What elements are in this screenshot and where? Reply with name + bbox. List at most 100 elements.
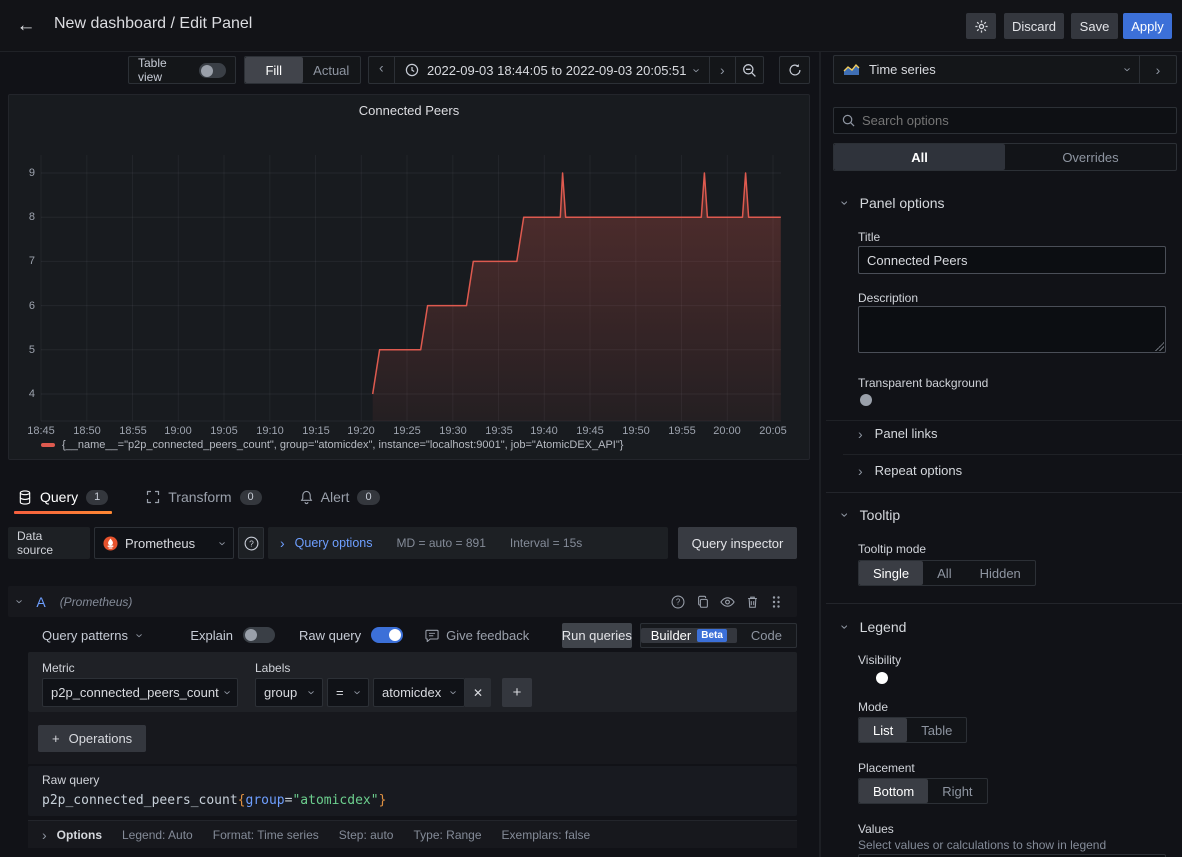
copy-icon <box>696 595 710 609</box>
raw-query-code: p2p_connected_peers_count{group="atomicd… <box>42 793 386 808</box>
builder-label: Builder <box>651 628 691 643</box>
collapse-chevron-icon: › <box>14 599 27 603</box>
tab-alert-label: Alert <box>321 489 350 505</box>
actual-option[interactable]: Actual <box>303 57 361 83</box>
chevron-down-icon: › <box>447 690 460 694</box>
query-row-header[interactable]: › A (Prometheus) ? <box>8 586 797 617</box>
y-tick-label: 9 <box>17 167 35 179</box>
raw-query-box: Raw query p2p_connected_peers_count{grou… <box>28 766 797 816</box>
query-help-button[interactable]: ? <box>665 595 690 609</box>
give-feedback-link[interactable]: Give feedback <box>425 628 529 643</box>
query-options-toggle[interactable]: › Query options <box>280 536 373 550</box>
divider <box>826 603 1182 604</box>
options-search[interactable] <box>833 107 1177 134</box>
viz-picker-select[interactable]: Time series › <box>833 55 1139 84</box>
run-queries-button[interactable]: Run queries <box>562 623 632 648</box>
search-input[interactable] <box>862 113 1168 128</box>
datasource-name: Prometheus <box>125 536 195 551</box>
table-view-label: Table view <box>138 56 191 84</box>
legend-visibility-label: Visibility <box>858 653 901 667</box>
chevron-down-icon: › <box>216 541 229 545</box>
chevron-down-icon: › <box>351 690 364 694</box>
query-ref-id: A <box>36 594 45 610</box>
legend-placement-group: Bottom Right <box>858 778 988 804</box>
resize-grip-icon[interactable] <box>1155 342 1164 351</box>
zoom-out-button[interactable] <box>735 57 763 83</box>
x-tick-label: 19:10 <box>250 425 290 437</box>
tab-transform[interactable]: Transform 0 <box>142 480 265 514</box>
repeat-options-title: Repeat options <box>875 463 962 478</box>
tooltip-mode-single[interactable]: Single <box>859 561 923 585</box>
metric-label: Metric <box>42 661 75 675</box>
duplicate-query-button[interactable] <box>690 595 715 609</box>
save-button[interactable]: Save <box>1071 13 1118 39</box>
x-tick-label: 18:50 <box>67 425 107 437</box>
legend-header[interactable]: › Legend <box>843 619 906 635</box>
viz-suggestions-button[interactable]: › <box>1139 55 1177 84</box>
remove-label-filter-button[interactable]: ✕ <box>465 678 491 707</box>
panel-title-input[interactable] <box>858 246 1166 274</box>
label-operator-select[interactable]: = › <box>327 678 369 707</box>
legend-placement-label: Placement <box>858 761 915 775</box>
add-label-filter-button[interactable]: + <box>502 678 532 707</box>
tab-alert[interactable]: Alert 0 <box>296 480 384 514</box>
panel-options-header[interactable]: › Panel options <box>843 195 945 211</box>
chevron-down-icon: › <box>690 68 703 72</box>
query-inspector-button[interactable]: Query inspector <box>678 527 797 559</box>
refresh-button[interactable] <box>779 56 810 84</box>
repeat-options-header[interactable]: › Repeat options <box>858 463 962 478</box>
back-button[interactable]: ← <box>10 10 42 42</box>
builder-option[interactable]: Builder Beta <box>641 628 737 643</box>
code-option[interactable]: Code <box>737 628 796 643</box>
discard-button[interactable]: Discard <box>1004 13 1064 39</box>
legend-placement-right[interactable]: Right <box>928 779 986 803</box>
label-name-select[interactable]: group › <box>255 678 323 707</box>
apply-button[interactable]: Apply <box>1123 13 1172 39</box>
code-open-brace: { <box>238 793 246 808</box>
gear-icon <box>974 19 989 34</box>
tab-all[interactable]: All <box>834 144 1005 170</box>
search-icon <box>842 114 855 127</box>
metric-select[interactable]: p2p_connected_peers_count › <box>42 678 238 707</box>
time-range-forward-button[interactable]: › <box>709 57 735 83</box>
delete-query-button[interactable] <box>740 595 765 609</box>
tooltip-mode-label: Tooltip mode <box>858 542 926 556</box>
panel-settings-button[interactable] <box>966 13 996 39</box>
x-tick-label: 19:25 <box>387 425 427 437</box>
tooltip-mode-all[interactable]: All <box>923 561 965 585</box>
chart-plot-area[interactable] <box>9 95 809 459</box>
panel-description-input[interactable] <box>858 306 1166 353</box>
query-toolbar: Query patterns › Explain Raw query Give … <box>42 622 797 648</box>
fill-option[interactable]: Fill <box>245 57 303 83</box>
panel-links-header[interactable]: › Panel links <box>858 426 938 441</box>
time-range-back-button[interactable]: › <box>369 57 395 83</box>
tab-overrides[interactable]: Overrides <box>1005 144 1176 170</box>
tooltip-header[interactable]: › Tooltip <box>843 507 900 523</box>
time-range-button[interactable]: 2022-09-03 18:44:05 to 2022-09-03 20:05:… <box>395 63 709 78</box>
chart-legend-item[interactable]: {__name__="p2p_connected_peers_count", g… <box>41 439 623 451</box>
zoom-out-icon <box>742 63 757 78</box>
tooltip-mode-hidden[interactable]: Hidden <box>966 561 1035 585</box>
legend-color-swatch <box>41 443 55 447</box>
explain-toggle[interactable] <box>243 627 275 643</box>
legend-placement-bottom[interactable]: Bottom <box>859 779 928 803</box>
pane-splitter[interactable] <box>819 52 821 857</box>
table-view-toggle[interactable] <box>199 63 226 78</box>
toggle-query-visibility-button[interactable] <box>715 596 740 608</box>
query-patterns-dropdown[interactable]: Query patterns › <box>42 628 142 643</box>
description-label: Description <box>858 291 918 305</box>
options-expand-toggle[interactable]: › Options <box>42 828 102 842</box>
legend-mode-table[interactable]: Table <box>907 718 966 742</box>
add-operations-button[interactable]: + Operations <box>38 725 146 752</box>
label-name-value: group <box>264 685 297 700</box>
drag-handle[interactable] <box>765 595 787 609</box>
tab-query[interactable]: Query 1 <box>14 480 112 514</box>
clock-icon <box>405 63 419 77</box>
chevron-right-icon: › <box>858 464 863 478</box>
x-tick-label: 19:15 <box>296 425 336 437</box>
datasource-help-button[interactable]: ? <box>238 527 264 559</box>
legend-mode-list[interactable]: List <box>859 718 907 742</box>
datasource-select[interactable]: Prometheus › <box>94 527 234 559</box>
label-value-select[interactable]: atomicdex › <box>373 678 465 707</box>
raw-query-toggle[interactable] <box>371 627 403 643</box>
